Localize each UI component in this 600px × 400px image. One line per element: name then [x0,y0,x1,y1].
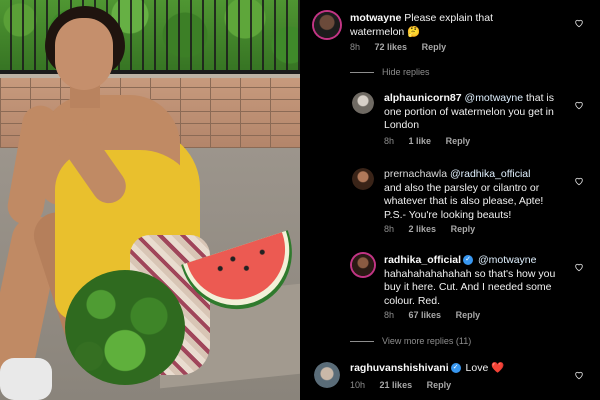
avatar[interactable] [352,168,374,190]
comment-text: Love [465,362,489,374]
comment-text: and also the parsley or cilantro or [384,181,540,194]
view-more-replies-button[interactable]: View more replies (11) [382,336,471,346]
comment-username[interactable]: alphaunicorn87 [384,92,462,104]
comment-time: 8h [350,42,361,52]
comment-username[interactable]: radhika_official [384,254,461,266]
mention-link[interactable]: @motwayne [478,254,537,266]
comment-text: whatever that is also please, Apte! [384,195,544,207]
comment-likes[interactable]: 1 like [409,136,432,146]
comment-text: one portion of watermelon you get in [384,105,554,118]
comment-text: London [384,119,420,131]
comment-text: watermelon 🤔 [350,25,421,38]
comment-text: colour. Red. [384,294,441,307]
hide-replies-button[interactable]: Hide replies [382,67,430,77]
woman-face [55,18,113,90]
post-photo [0,0,300,400]
reply-button[interactable]: Reply [451,224,476,234]
comment-text: buy it here. Cut. And I needed some [384,281,552,293]
verified-badge-icon: ✓ [450,363,461,374]
reply-button[interactable]: Reply [456,310,481,320]
verified-badge-icon: ✓ [463,255,474,266]
avatar[interactable] [352,92,374,114]
comment-time: 8h [384,310,395,320]
heart-outline-icon[interactable] [574,18,584,28]
comment-text: that is [525,92,554,104]
avatar[interactable] [314,12,340,38]
mention-link[interactable]: @radhika_official [450,168,531,180]
mention-link[interactable]: @motwayne [465,92,524,104]
comment-likes[interactable]: 21 likes [380,380,413,390]
comment-username[interactable]: motwayne [350,12,401,24]
comment-username[interactable]: prernachawla [384,168,447,180]
heart-outline-icon[interactable] [574,176,584,186]
comment-time: 8h [384,224,395,234]
comment-time: 8h [384,136,395,146]
avatar[interactable] [352,254,374,276]
red-heart-emoji: ❤️ [491,362,505,374]
reply-button[interactable]: Reply [446,136,471,146]
comment-likes[interactable]: 2 likes [409,224,437,234]
comment-likes[interactable]: 67 likes [409,310,442,320]
comments-panel: motwayne Please explain that watermelon … [300,0,600,400]
parsley-bunch [65,270,185,385]
sneaker [0,358,52,400]
comment-username[interactable]: raghuvanshishivani [350,362,449,374]
comment-likes[interactable]: 72 likes [375,42,408,52]
reply-button[interactable]: Reply [427,380,452,390]
heart-outline-icon[interactable] [574,262,584,272]
reply-button[interactable]: Reply [422,42,447,52]
comment-text: Please explain that [404,12,494,24]
heart-outline-icon[interactable] [574,370,584,380]
avatar[interactable] [314,362,340,388]
comment-text: hahahahahahahah so that's how you [384,267,556,280]
heart-outline-icon[interactable] [574,100,584,110]
comment-text: P.S.- You're looking beauts! [384,208,512,221]
comment-time: 10h [350,380,366,390]
